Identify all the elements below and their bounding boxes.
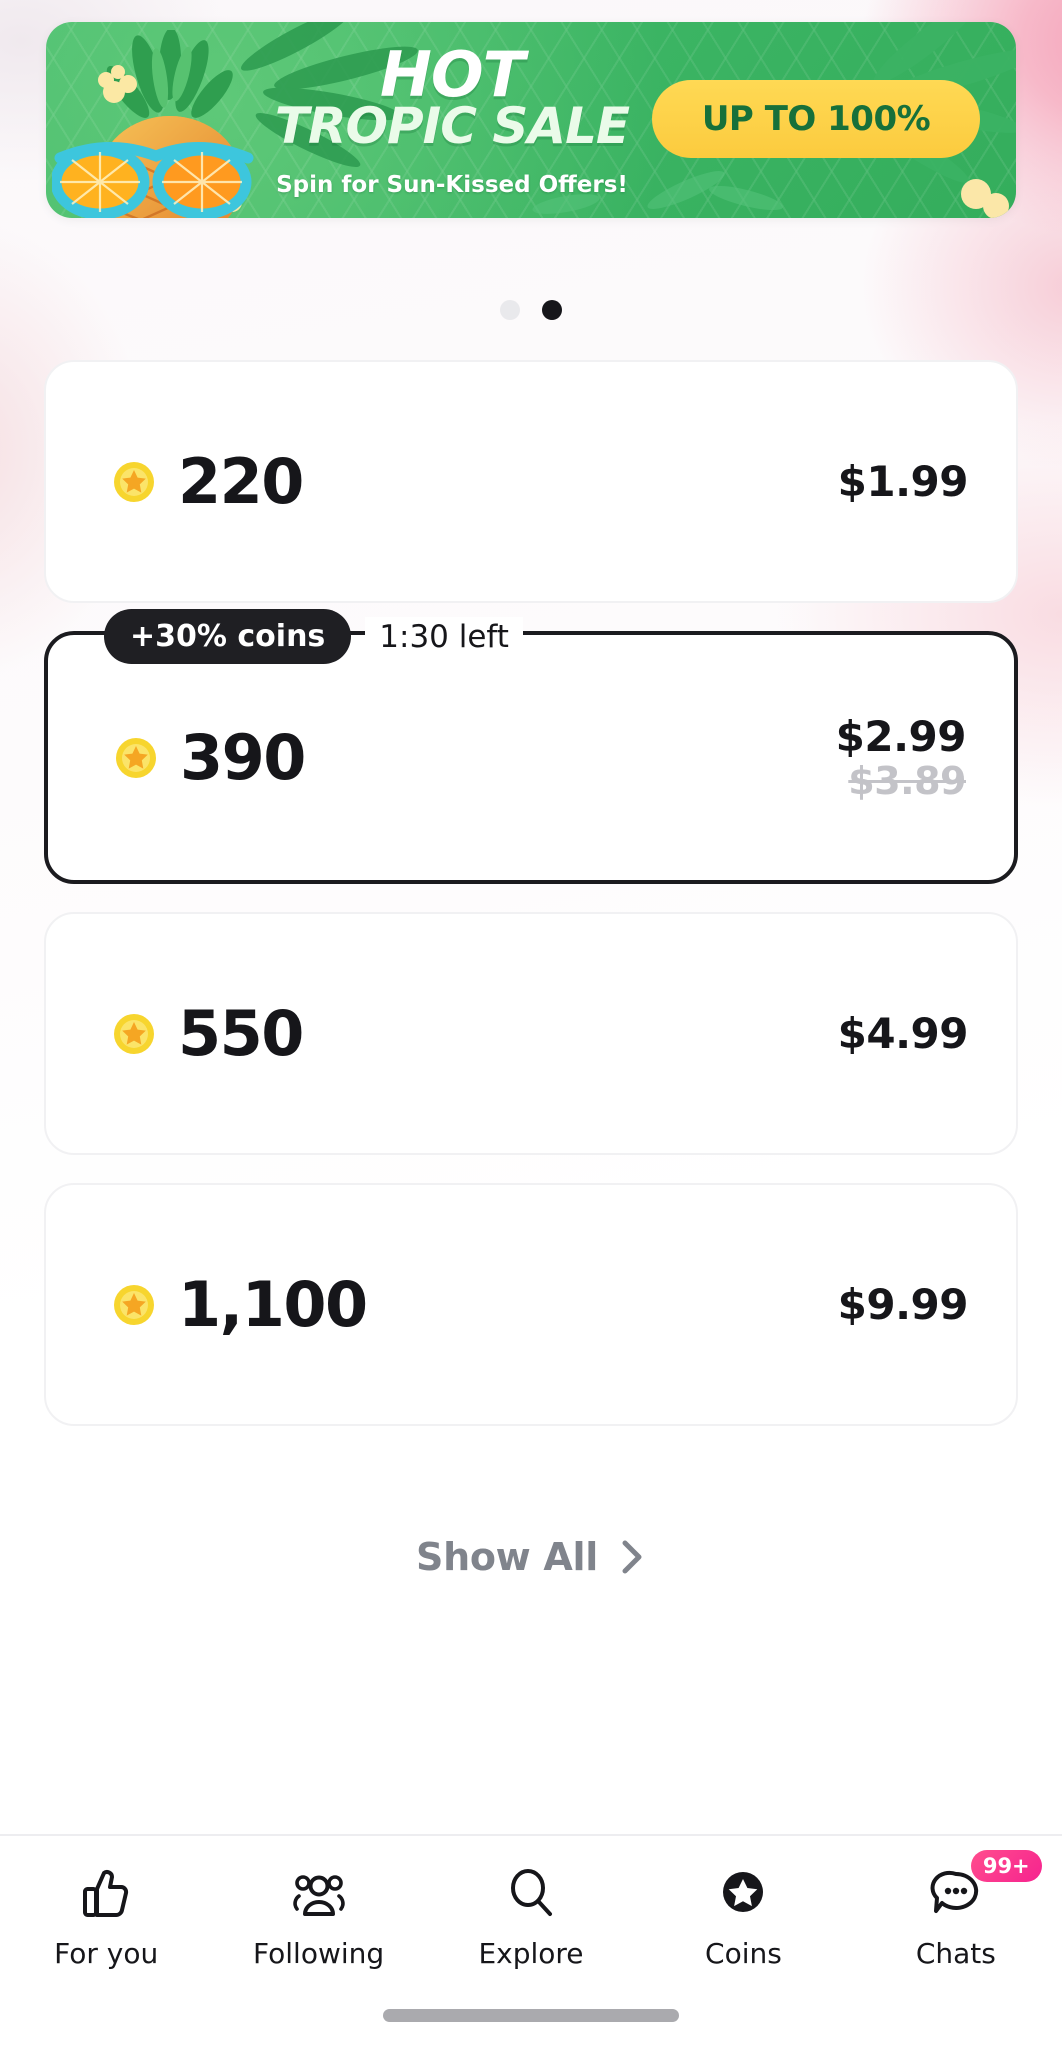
package-price: $4.99 <box>837 1008 969 1058</box>
coin-package-card-selected[interactable]: +30% coins 1:30 left 390 $2.99 $3.89 <box>44 609 1018 884</box>
chat-bubble-icon: 99+ <box>925 1850 1042 1924</box>
package-price-group: $4.99 <box>837 1008 969 1058</box>
package-price: $9.99 <box>837 1279 969 1329</box>
coin-star-icon <box>114 461 154 502</box>
tab-for-you[interactable]: For you <box>0 1862 212 1970</box>
package-coin-group: 550 <box>112 997 304 1070</box>
carousel-dots <box>0 300 1062 320</box>
star-coin-icon <box>712 1862 774 1924</box>
tab-explore[interactable]: Explore <box>425 1862 637 1970</box>
coin-star-icon <box>114 1013 154 1054</box>
tab-following[interactable]: Following <box>212 1862 424 1970</box>
thumbs-up-icon <box>75 1862 137 1924</box>
promo-row: +30% coins 1:30 left <box>104 609 523 664</box>
package-price-group: $2.99 $3.89 <box>835 711 967 803</box>
package-price: $2.99 <box>835 711 967 761</box>
promo-countdown-label: 1:30 left <box>365 616 523 657</box>
tab-label-coins: Coins <box>705 1937 782 1970</box>
carousel-dot-1[interactable] <box>500 300 520 320</box>
tab-label-following: Following <box>253 1937 385 1970</box>
package-price-group: $9.99 <box>837 1279 969 1329</box>
package-coin-amount: 220 <box>178 445 304 518</box>
people-icon <box>288 1862 350 1924</box>
show-all-label: Show All <box>416 1535 598 1579</box>
tab-label-chats: Chats <box>915 1937 996 1970</box>
tab-chats[interactable]: 99+ Chats <box>850 1850 1062 1970</box>
coin-package-list: 220 $1.99 +30% coins 1:30 left 390 $2.99… <box>44 360 1018 1454</box>
package-price: $1.99 <box>837 456 969 506</box>
banner-subtitle: Spin for Sun-Kissed Offers! <box>276 172 628 198</box>
coin-package-card[interactable]: 550 $4.99 <box>44 912 1018 1155</box>
tab-label-explore: Explore <box>478 1937 584 1970</box>
chevron-right-icon <box>622 1540 642 1574</box>
package-coin-amount: 550 <box>178 997 304 1070</box>
banner-title-line1: HOT <box>380 38 525 111</box>
banner-discount-pill[interactable]: UP TO 100% <box>652 80 980 158</box>
coin-package-card[interactable]: 220 $1.99 <box>44 360 1018 603</box>
home-indicator <box>383 2009 679 2022</box>
app-root: HOT TROPIC SALE Spin for Sun-Kissed Offe… <box>0 0 1062 2048</box>
tab-coins[interactable]: Coins <box>637 1862 849 1970</box>
package-coin-amount: 1,100 <box>178 1268 368 1341</box>
tab-label-for-you: For you <box>54 1937 159 1970</box>
promo-banner-carousel[interactable]: HOT TROPIC SALE Spin for Sun-Kissed Offe… <box>46 22 1016 218</box>
promo-banner[interactable]: HOT TROPIC SALE Spin for Sun-Kissed Offe… <box>46 22 1016 218</box>
carousel-dot-2[interactable] <box>542 300 562 320</box>
banner-title-line2: TROPIC SALE <box>274 97 630 156</box>
package-coin-amount: 390 <box>180 721 306 794</box>
package-original-price: $3.89 <box>848 758 966 803</box>
package-price-group: $1.99 <box>837 456 969 506</box>
promo-bonus-badge: +30% coins <box>104 609 352 664</box>
search-icon <box>500 1862 562 1924</box>
chats-unread-badge: 99+ <box>970 1850 1042 1883</box>
package-coin-group: 220 <box>112 445 304 518</box>
package-coin-group: 390 <box>114 721 306 794</box>
coin-star-icon <box>116 737 156 778</box>
banner-title: HOT TROPIC SALE <box>242 38 662 156</box>
show-all-button[interactable]: Show All <box>0 1535 1062 1579</box>
coin-star-icon <box>114 1284 154 1325</box>
coin-package-card[interactable]: 1,100 $9.99 <box>44 1183 1018 1426</box>
package-coin-group: 1,100 <box>112 1268 368 1341</box>
